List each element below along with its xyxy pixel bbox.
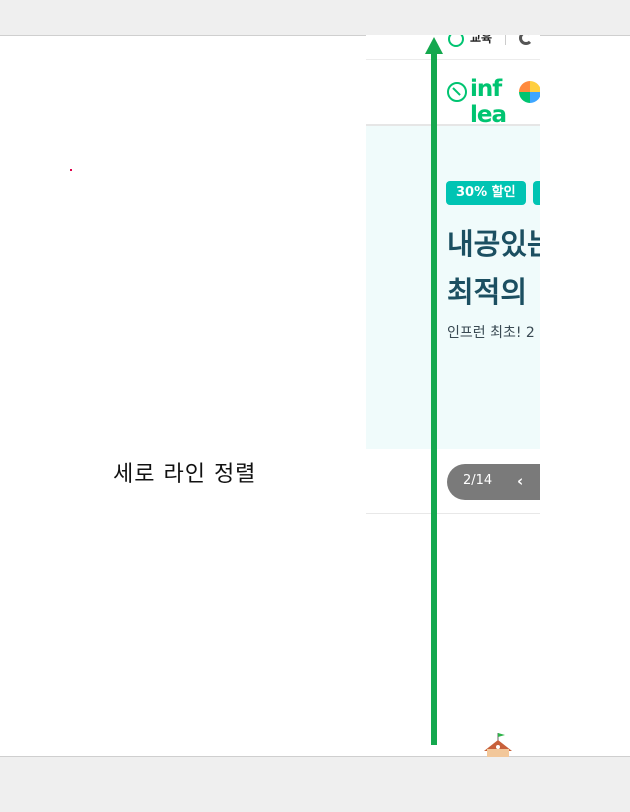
vertical-guide-arrow bbox=[425, 37, 443, 745]
arrow-head bbox=[425, 37, 443, 54]
school-icon bbox=[484, 733, 512, 757]
bottom-gray-bar bbox=[0, 756, 630, 812]
